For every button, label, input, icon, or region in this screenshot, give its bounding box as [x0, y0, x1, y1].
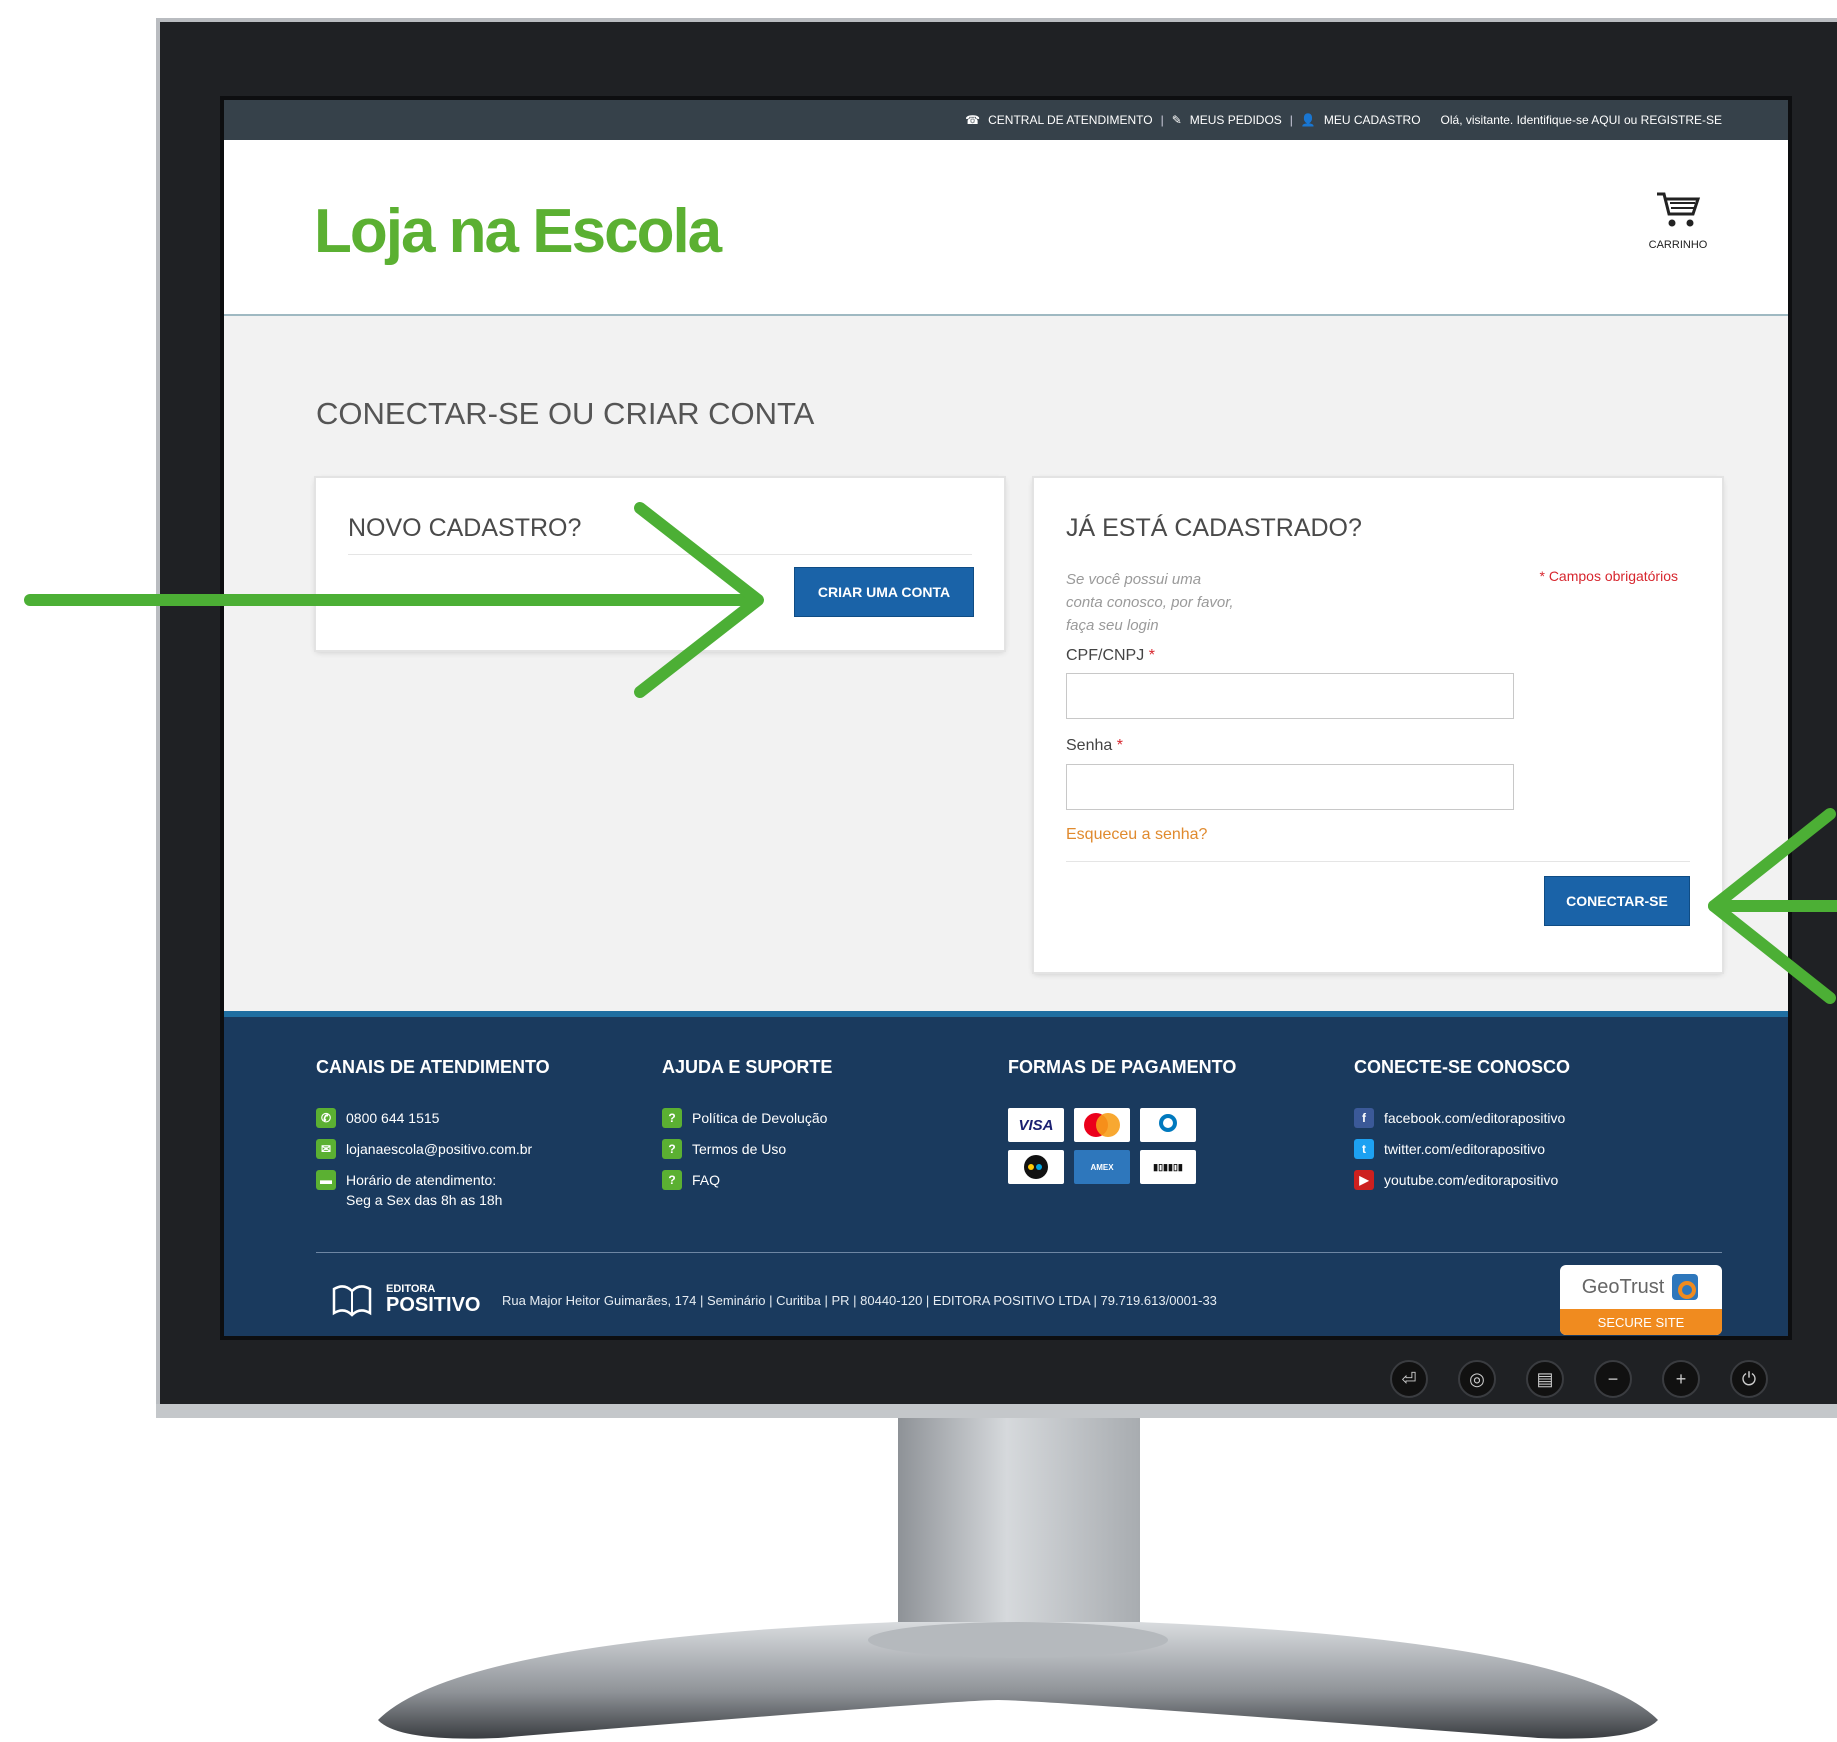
screen: ☎ CENTRAL DE ATENDIMENTO | ✎ MEUS PEDIDO… — [224, 100, 1788, 1336]
diners-logo — [1140, 1108, 1196, 1142]
password-label: Senha * — [1066, 737, 1123, 754]
footer-heading: CONECTE-SE CONOSCO — [1354, 1057, 1571, 1077]
page-title: CONECTAR-SE OU CRIAR CONTA — [316, 396, 815, 431]
boleto-logo: ▮▯▮▮▯▮ — [1140, 1150, 1196, 1184]
monitor-stand-neck — [898, 1418, 1140, 1638]
geotrust-seal[interactable]: GeoTrust SECURE SITE — [1560, 1265, 1722, 1335]
footer-heading: FORMAS DE PAGAMENTO — [1008, 1057, 1237, 1077]
footer-address: Rua Major Heitor Guimarães, 174 | Seminá… — [502, 1293, 1217, 1308]
forgot-password-link[interactable]: Esqueceu a senha? — [1066, 826, 1207, 844]
footer-link[interactable]: Política de Devolução — [692, 1108, 827, 1128]
chat-icon: ▬ — [316, 1170, 336, 1190]
secure-site-label: SECURE SITE — [1560, 1309, 1722, 1335]
input-icon[interactable]: ⏎ — [1390, 1360, 1428, 1398]
book-icon — [332, 1285, 372, 1317]
footer-col-canais: CANAIS DE ATENDIMENTO ✆ 0800 644 1515 ✉ lo… — [316, 1057, 550, 1221]
monitor-stand-base — [378, 1622, 1658, 1739]
mastercard-logo — [1074, 1108, 1130, 1142]
cpf-input[interactable] — [1066, 673, 1514, 719]
cart-label: CARRINHO — [1648, 239, 1708, 251]
required-note: * Campos obrigatórios — [1539, 568, 1678, 584]
mail-icon: ✉ — [316, 1139, 336, 1159]
editora-name: POSITIVO — [386, 1294, 481, 1316]
plus-icon[interactable]: + — [1662, 1360, 1700, 1398]
footer-heading: CANAIS DE ATENDIMENTO — [316, 1057, 550, 1077]
separator: | — [1160, 113, 1164, 127]
footer-col-social: CONECTE-SE CONOSCO f facebook.com/editora… — [1354, 1057, 1570, 1201]
editora-logo: EDITORA POSITIVO — [330, 1279, 480, 1319]
greeting-text[interactable]: Olá, visitante. Identifique-se AQUI ou R… — [1441, 113, 1722, 127]
top-bar: ☎ CENTRAL DE ATENDIMENTO | ✎ MEUS PEDIDO… — [224, 100, 1788, 140]
footer-twitter[interactable]: twitter.com/editorapositivo — [1384, 1139, 1545, 1159]
cart-icon — [1657, 192, 1701, 227]
login-card: JÁ ESTÁ CADASTRADO? Se você possui uma c… — [1034, 478, 1722, 972]
arrow-left-icon — [1708, 808, 1837, 1004]
site-footer: CANAIS DE ATENDIMENTO ✆ 0800 644 1515 ✉ lo… — [224, 1011, 1788, 1336]
elo-logo — [1008, 1150, 1064, 1184]
phone-icon: ✆ — [316, 1108, 336, 1128]
monitor-controls: ⏎ ◎ ▤ − + ⏻ — [1390, 1360, 1768, 1398]
youtube-icon: ▶ — [1354, 1170, 1374, 1190]
minus-icon[interactable]: − — [1594, 1360, 1632, 1398]
site-logo[interactable]: Loja na Escola — [314, 196, 722, 267]
user-icon: 👤 — [1300, 113, 1316, 127]
create-account-button[interactable]: CRIAR UMA CONTA — [794, 567, 974, 617]
top-link-central[interactable]: CENTRAL DE ATENDIMENTO — [988, 113, 1152, 127]
help-icon: ? — [662, 1170, 682, 1190]
amex-logo: AMEX — [1074, 1150, 1130, 1184]
help-icon: ? — [662, 1108, 682, 1128]
footer-hours: Seg a Sex das 8h as 18h — [346, 1192, 503, 1208]
separator: | — [1289, 113, 1293, 127]
auto-icon[interactable]: ◎ — [1458, 1360, 1496, 1398]
facebook-icon: f — [1354, 1108, 1374, 1128]
divider — [1066, 861, 1690, 862]
footer-hours-label: Horário de atendimento: — [346, 1172, 497, 1188]
footer-divider — [316, 1252, 1722, 1253]
footer-link[interactable]: Termos de Uso — [692, 1139, 786, 1159]
site-header: Loja na Escola CARRINHO — [224, 140, 1788, 316]
footer-email[interactable]: lojanaescola@positivo.com.br — [346, 1139, 532, 1159]
login-title: JÁ ESTÁ CADASTRADO? — [1066, 514, 1362, 542]
visa-logo: VISA — [1008, 1108, 1064, 1142]
monitor-bottom-rim — [156, 1404, 1837, 1418]
login-button[interactable]: CONECTAR-SE — [1544, 876, 1690, 926]
password-input[interactable] — [1066, 764, 1514, 810]
footer-link[interactable]: FAQ — [692, 1170, 720, 1190]
help-icon: ? — [662, 1139, 682, 1159]
twitter-icon: t — [1354, 1139, 1374, 1159]
power-icon[interactable]: ⏻ — [1730, 1360, 1768, 1398]
cart-button[interactable]: CARRINHO — [1638, 190, 1718, 251]
cpf-label: CPF/CNPJ * — [1066, 647, 1155, 664]
footer-facebook[interactable]: facebook.com/editorapositivo — [1384, 1108, 1565, 1128]
menu-icon[interactable]: ▤ — [1526, 1360, 1564, 1398]
geotrust-icon — [1672, 1274, 1699, 1300]
top-link-cadastro[interactable]: MEU CADASTRO — [1324, 113, 1421, 127]
footer-youtube[interactable]: youtube.com/editorapositivo — [1384, 1170, 1558, 1190]
footer-heading: AJUDA E SUPORTE — [662, 1057, 833, 1077]
footer-col-pagamento: FORMAS DE PAGAMENTO VISA AMEX ▮▯▮▮▯▮ — [1008, 1057, 1236, 1192]
phone-icon: ☎ — [965, 113, 981, 127]
login-hint: Se você possui uma conta conosco, por fa… — [1066, 571, 1234, 634]
footer-phone: 0800 644 1515 — [346, 1110, 440, 1126]
edit-icon: ✎ — [1171, 113, 1182, 127]
geotrust-text: GeoTrust — [1581, 1275, 1665, 1298]
top-link-pedidos[interactable]: MEUS PEDIDOS — [1190, 113, 1282, 127]
arrow-right-icon — [24, 502, 764, 698]
footer-col-ajuda: AJUDA E SUPORTE ? Política de Devolução ?… — [662, 1057, 832, 1201]
